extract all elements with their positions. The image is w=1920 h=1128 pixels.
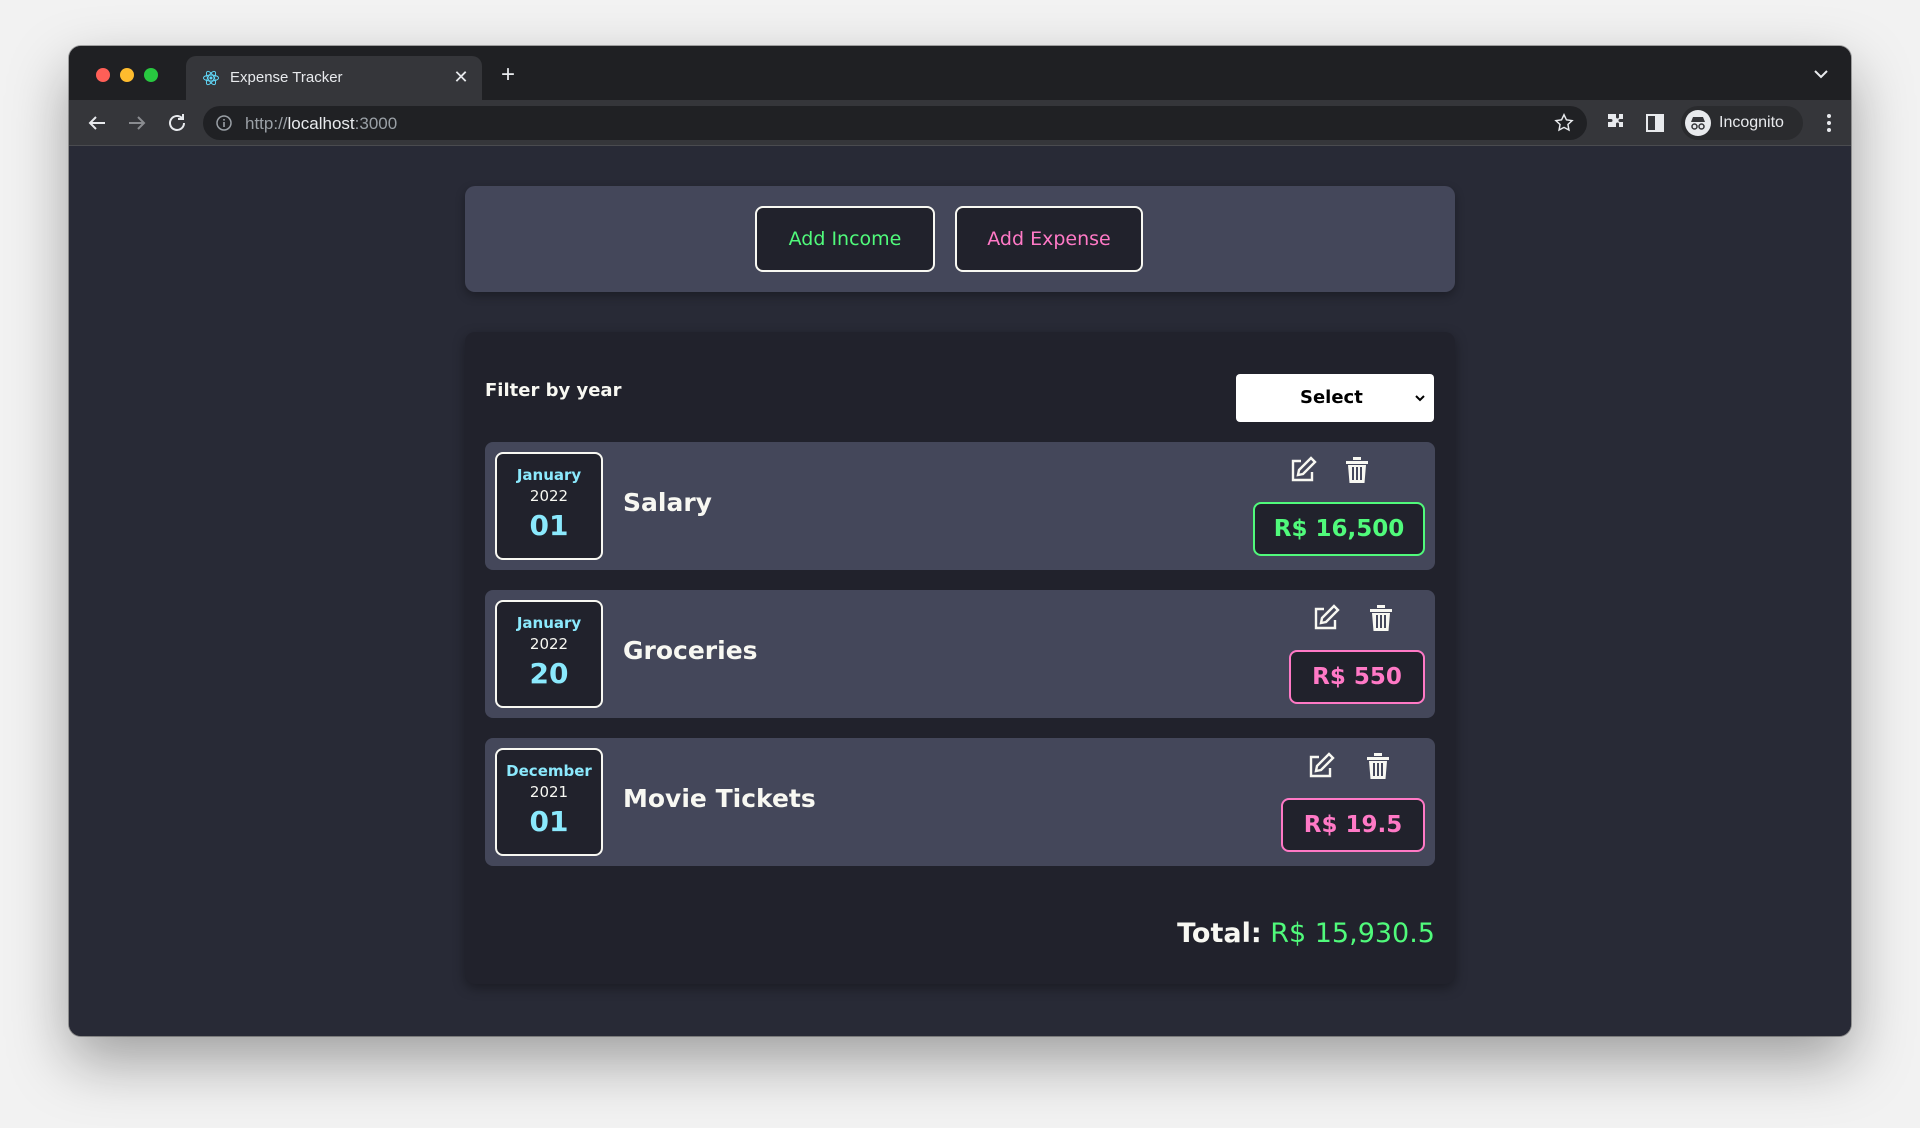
expense-item-salary: January 2022 01 Salary R$ 16,500 bbox=[485, 442, 1435, 570]
address-bar[interactable]: http://localhost:3000 bbox=[203, 106, 1587, 140]
year-select[interactable]: Select bbox=[1236, 374, 1434, 422]
back-arrow-icon[interactable] bbox=[83, 109, 111, 137]
reload-icon[interactable] bbox=[163, 109, 191, 137]
trash-icon[interactable] bbox=[1341, 454, 1373, 486]
edit-icon[interactable] bbox=[1310, 602, 1342, 634]
date-month: January bbox=[516, 614, 582, 632]
browser-toolbar: http://localhost:3000 Incognito bbox=[69, 100, 1851, 146]
date-month: December bbox=[506, 762, 592, 780]
amount-badge: R$ 550 bbox=[1289, 650, 1425, 704]
forward-arrow-icon[interactable] bbox=[123, 109, 151, 137]
tab-close-icon[interactable]: ✕ bbox=[450, 66, 472, 88]
tab-title: Expense Tracker bbox=[230, 69, 343, 86]
date-box: January 2022 01 bbox=[495, 452, 603, 560]
trash-icon[interactable] bbox=[1365, 602, 1397, 634]
add-expense-button[interactable]: Add Expense bbox=[955, 206, 1143, 272]
info-icon[interactable] bbox=[215, 114, 233, 132]
date-day: 01 bbox=[529, 509, 569, 542]
side-panel-icon[interactable] bbox=[1643, 111, 1667, 135]
date-month: January bbox=[516, 466, 582, 484]
date-year: 2022 bbox=[529, 487, 569, 505]
bookmark-star-icon[interactable] bbox=[1553, 112, 1575, 134]
total-label: Total: bbox=[1177, 918, 1262, 949]
date-box: December 2021 01 bbox=[495, 748, 603, 856]
edit-icon[interactable] bbox=[1305, 750, 1337, 782]
total-value: R$ 15,930.5 bbox=[1270, 918, 1435, 949]
amount-badge: R$ 16,500 bbox=[1253, 502, 1425, 556]
expense-title: Salary bbox=[623, 488, 712, 517]
expense-title: Movie Tickets bbox=[623, 784, 816, 813]
trash-icon[interactable] bbox=[1362, 750, 1394, 782]
total-summary: Total: R$ 15,930.5 bbox=[1177, 918, 1435, 949]
chevron-down-icon[interactable] bbox=[1809, 62, 1833, 86]
actions-card: Add Income Add Expense bbox=[465, 186, 1455, 292]
incognito-profile-button[interactable]: Incognito bbox=[1681, 106, 1803, 140]
minimize-window-button[interactable] bbox=[120, 68, 134, 82]
incognito-label: Incognito bbox=[1719, 114, 1784, 131]
url-scheme: http:// bbox=[245, 114, 288, 133]
date-year: 2022 bbox=[529, 635, 569, 653]
date-year: 2021 bbox=[529, 783, 569, 801]
tab-strip: Expense Tracker ✕ + bbox=[69, 46, 1851, 100]
chevron-down-icon bbox=[1415, 395, 1425, 402]
browser-window: Expense Tracker ✕ + http://localhost:300… bbox=[69, 46, 1851, 1036]
add-income-button[interactable]: Add Income bbox=[755, 206, 935, 272]
url-port: :3000 bbox=[354, 114, 398, 133]
expense-item-groceries: January 2022 20 Groceries R$ 550 bbox=[485, 590, 1435, 718]
year-select-value: Select bbox=[1300, 387, 1363, 408]
tab-expense-tracker[interactable]: Expense Tracker ✕ bbox=[186, 56, 482, 100]
date-day: 20 bbox=[529, 657, 569, 690]
page-viewport: Add Income Add Expense Filter by year Se… bbox=[69, 146, 1851, 1036]
more-vert-icon[interactable] bbox=[1817, 111, 1841, 135]
filter-label: Filter by year bbox=[485, 380, 622, 401]
react-icon bbox=[203, 70, 219, 86]
expenses-card: Filter by year Select January 2022 01 Sa… bbox=[465, 332, 1455, 984]
date-box: January 2022 20 bbox=[495, 600, 603, 708]
close-window-button[interactable] bbox=[96, 68, 110, 82]
url-host: localhost bbox=[287, 114, 355, 133]
edit-icon[interactable] bbox=[1287, 454, 1319, 486]
amount-badge: R$ 19.5 bbox=[1281, 798, 1425, 852]
url-text[interactable]: http://localhost:3000 bbox=[245, 114, 397, 134]
date-day: 01 bbox=[529, 805, 569, 838]
expense-item-movie-tickets: December 2021 01 Movie Tickets R$ 19.5 bbox=[485, 738, 1435, 866]
incognito-icon bbox=[1685, 110, 1711, 136]
expense-title: Groceries bbox=[623, 636, 758, 665]
maximize-window-button[interactable] bbox=[144, 68, 158, 82]
new-tab-icon[interactable]: + bbox=[494, 62, 522, 90]
extensions-puzzle-icon[interactable] bbox=[1604, 111, 1628, 135]
